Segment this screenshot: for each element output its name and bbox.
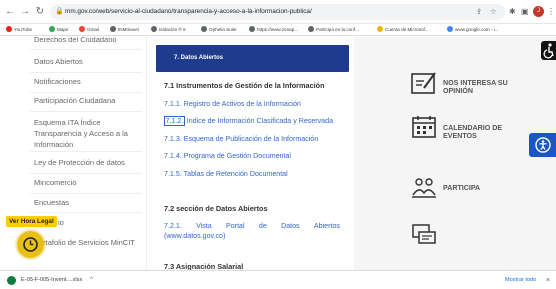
nav-item-esquema-ita[interactable]: Esquema ITA Índice Transparencia y Acces… bbox=[34, 117, 134, 150]
nav-item-ley-proteccion[interactable]: Ley de Protección de datos bbox=[34, 158, 125, 168]
calendar-label: CALENDARIO DE EVENTOS bbox=[443, 124, 503, 140]
link-7-1-1[interactable]: 7.1.1. Registro de Activos de la Informa… bbox=[164, 99, 301, 109]
bookmark-icon bbox=[110, 26, 116, 32]
side-panel-icon[interactable]: ▣ bbox=[521, 5, 529, 19]
link-7-2-1[interactable]: 7.2.1. Vista Portal de Datos Abiertos (w… bbox=[164, 221, 340, 241]
back-icon[interactable]: ← bbox=[3, 5, 17, 19]
youtube-icon bbox=[6, 26, 12, 32]
bookmark-zonap[interactable]: https://www.zonap... bbox=[249, 24, 298, 36]
nav-item-partial[interactable]: io bbox=[58, 218, 64, 228]
bookmark-gmail[interactable]: Gmail bbox=[79, 24, 99, 36]
chevron-up-icon[interactable]: ^ bbox=[90, 274, 93, 287]
bookmark-icon bbox=[151, 26, 157, 32]
bookmark-google[interactable]: www.google.com - i... bbox=[447, 24, 499, 36]
forward-icon[interactable]: → bbox=[18, 5, 32, 19]
participa-icon bbox=[412, 178, 436, 198]
reload-icon[interactable]: ↻ bbox=[33, 5, 47, 19]
bookmark-participa[interactable]: Participa en la conf... bbox=[308, 24, 359, 36]
web-page: Derechos del Ciudadano Datos Abiertos No… bbox=[0, 37, 556, 270]
extensions-icon[interactable]: ✱ bbox=[509, 5, 516, 19]
nav-divider bbox=[30, 193, 142, 194]
excel-file-icon bbox=[7, 276, 16, 285]
nav-divider bbox=[30, 49, 142, 50]
bookmark-icon bbox=[201, 26, 207, 32]
nav-divider bbox=[30, 111, 142, 112]
bookmark-inminavel[interactable]: INMInavel bbox=[110, 24, 139, 36]
calendar-icon bbox=[412, 116, 436, 138]
opinion-label: NOS INTERESA SU OPINIÓN bbox=[443, 79, 508, 95]
bookmark-youtube[interactable]: YouTube bbox=[6, 24, 32, 36]
show-all-downloads-link[interactable]: Mostrar todo bbox=[505, 274, 536, 287]
accessibility-button[interactable] bbox=[541, 41, 556, 60]
browser-toolbar: ← → ↻ 🔒 mm.gov.co/web/servicio-al-ciudad… bbox=[0, 0, 556, 24]
nav-item-mincomercio[interactable]: Mincomercio bbox=[34, 178, 77, 188]
right-column: NOS INTERESA SU OPINIÓN CALENDARIO DE EV… bbox=[354, 37, 556, 270]
section-title-asignacion: 7.3 Asignación Salarial bbox=[164, 262, 244, 270]
link-7-1-4[interactable]: 7.1.4. Programa de Gestión Documental bbox=[164, 151, 291, 161]
nav-item-encuestas[interactable]: Encuestas bbox=[34, 198, 69, 208]
bookmark-ophelia[interactable]: Ophelia Suite bbox=[201, 24, 237, 36]
clock-icon bbox=[23, 237, 38, 252]
universal-access-icon bbox=[535, 137, 551, 153]
nav-item-derechos[interactable]: Derechos del Ciudadano bbox=[34, 37, 117, 45]
section-header: 7. Datos Abiertos bbox=[156, 45, 349, 72]
section-title-instrumentos: 7.1 Instrumentos de Gestión de la Inform… bbox=[164, 81, 325, 90]
section-header-title: 7. Datos Abiertos bbox=[174, 55, 224, 61]
nav-item-participacion[interactable]: Participación Ciudadana bbox=[34, 96, 115, 106]
bookmark-star-icon[interactable]: ☆ bbox=[490, 6, 497, 18]
accessibility-icon bbox=[543, 43, 554, 59]
address-bar[interactable]: 🔒 mm.gov.co/web/servicio-al-ciudadano/tr… bbox=[50, 4, 505, 20]
maps-icon bbox=[49, 26, 55, 32]
hora-legal-button[interactable] bbox=[17, 231, 44, 258]
microsoft-icon bbox=[377, 26, 383, 32]
nav-divider bbox=[30, 151, 142, 152]
nav-divider bbox=[30, 173, 142, 174]
hora-legal-label[interactable]: Ver Hora Legal bbox=[6, 216, 57, 227]
nav-divider bbox=[30, 212, 142, 213]
bookmark-isolacion[interactable]: Isolación ® 5 bbox=[151, 24, 186, 36]
chat-icon bbox=[412, 224, 436, 244]
url-text: mm.gov.co/web/servicio-al-ciudadano/tran… bbox=[65, 8, 312, 15]
share-icon[interactable]: ⇪ bbox=[476, 6, 482, 18]
download-file-name: E-05-F-005-Invent....xlsx bbox=[21, 277, 83, 283]
nav-divider bbox=[30, 72, 142, 73]
profile-avatar[interactable]: J bbox=[533, 6, 544, 17]
browser-menu-icon[interactable]: ⋮ bbox=[547, 5, 555, 19]
google-icon bbox=[447, 26, 453, 32]
bookmarks-bar: YouTube Maps Gmail INMInavel Isolación ®… bbox=[0, 24, 556, 36]
nav-item-portafolio[interactable]: Portafolio de Servicios MinCIT bbox=[34, 238, 135, 248]
bookmark-maps[interactable]: Maps bbox=[49, 24, 68, 36]
nav-item-notificaciones[interactable]: Notificaciones bbox=[34, 77, 81, 87]
link-7-1-3[interactable]: 7.1.3. Esquema de Publicación de la Info… bbox=[164, 134, 318, 144]
participa-label: PARTICIPA bbox=[443, 184, 481, 192]
link-7-1-5[interactable]: 7.1.5. Tablas de Retención Documental bbox=[164, 169, 288, 179]
download-item[interactable]: E-05-F-005-Invent....xlsx ^ bbox=[4, 274, 100, 287]
globe-icon bbox=[249, 26, 255, 32]
nav-item-datos-abiertos[interactable]: Datos Abiertos bbox=[34, 57, 83, 67]
lock-icon: 🔒 bbox=[55, 8, 64, 15]
main-content: 7. Datos Abiertos 7.1 Instrumentos de Ge… bbox=[148, 37, 353, 270]
link-7-1-2[interactable]: 7.1.2. Indice de Información Clasificada… bbox=[164, 116, 333, 126]
section-title-datos-abiertos: 7.2 sección de Datos Abiertos bbox=[164, 204, 268, 213]
nav-divider bbox=[30, 92, 142, 93]
gmail-icon bbox=[79, 26, 85, 32]
bookmark-microsoft[interactable]: Cuenta de Microsof... bbox=[377, 24, 429, 36]
accessibility-menu-button[interactable] bbox=[529, 133, 556, 157]
feedback-icon bbox=[411, 72, 436, 94]
bookmark-icon bbox=[308, 26, 314, 32]
downloads-bar: E-05-F-005-Invent....xlsx ^ Mostrar todo… bbox=[0, 270, 556, 289]
close-icon[interactable]: × bbox=[546, 274, 550, 287]
